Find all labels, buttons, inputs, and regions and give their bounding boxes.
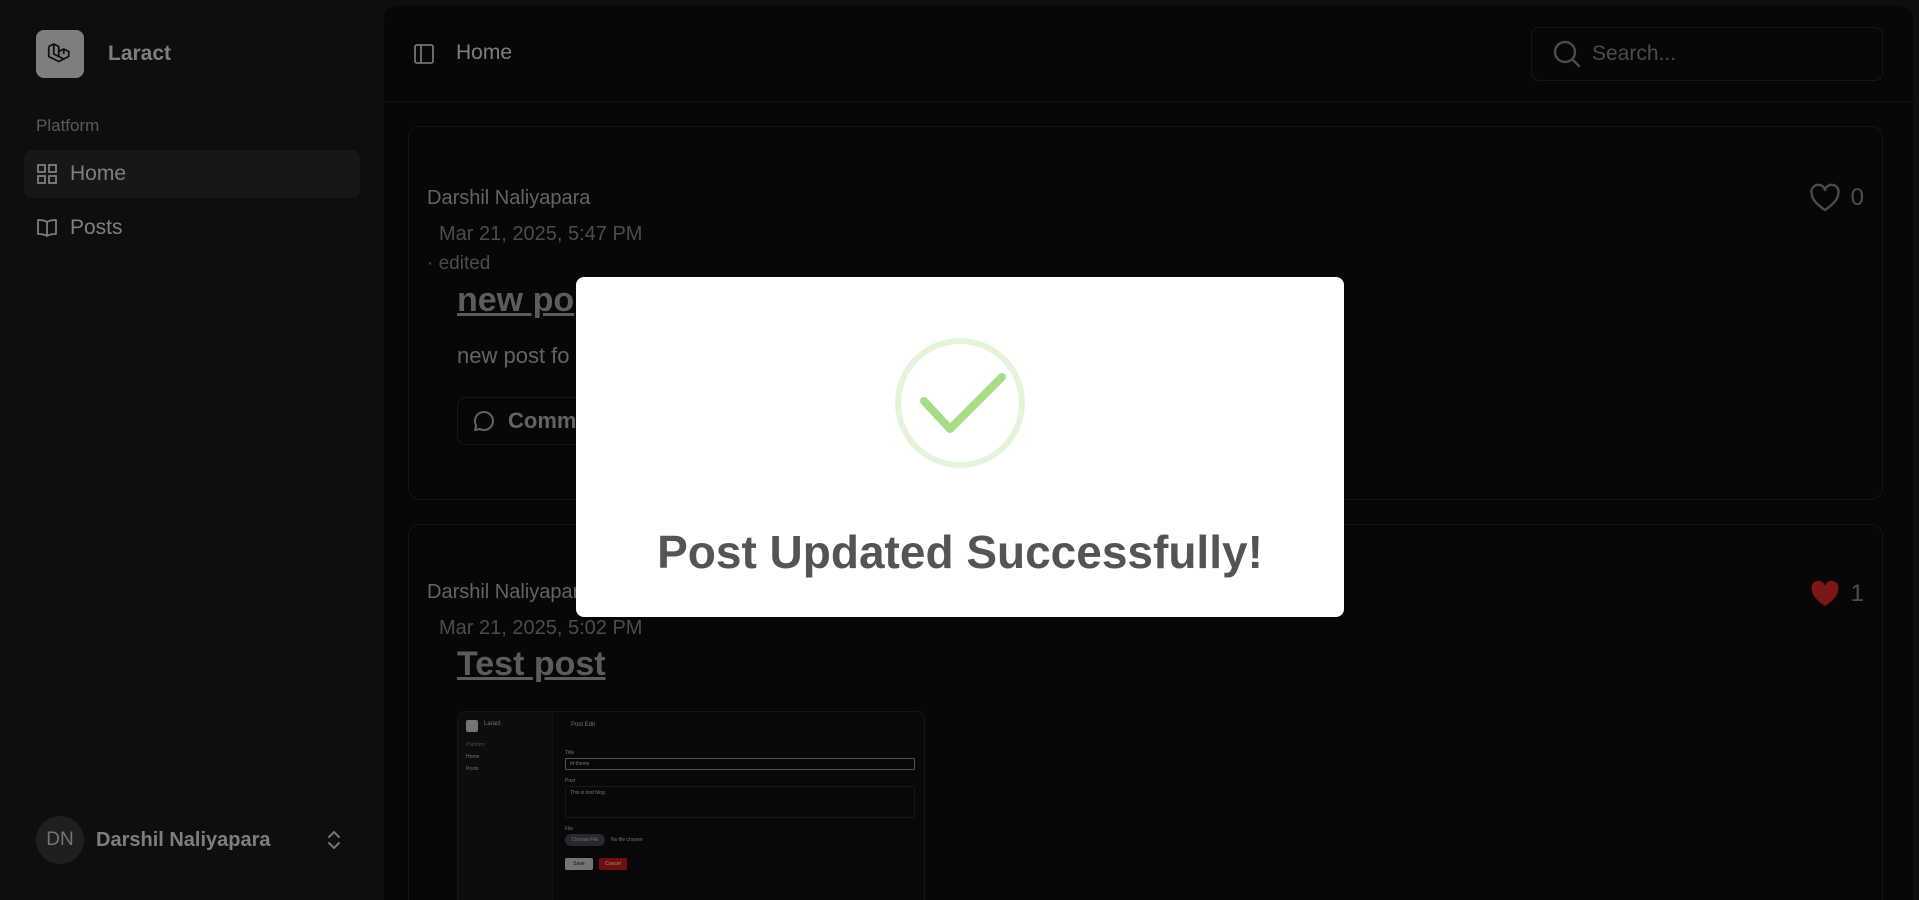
modal-backdrop[interactable]: Post Updated Successfully! <box>0 0 1919 900</box>
success-dialog: Post Updated Successfully! <box>576 277 1344 617</box>
success-check-icon <box>895 338 1025 468</box>
dialog-title: Post Updated Successfully! <box>657 526 1263 578</box>
